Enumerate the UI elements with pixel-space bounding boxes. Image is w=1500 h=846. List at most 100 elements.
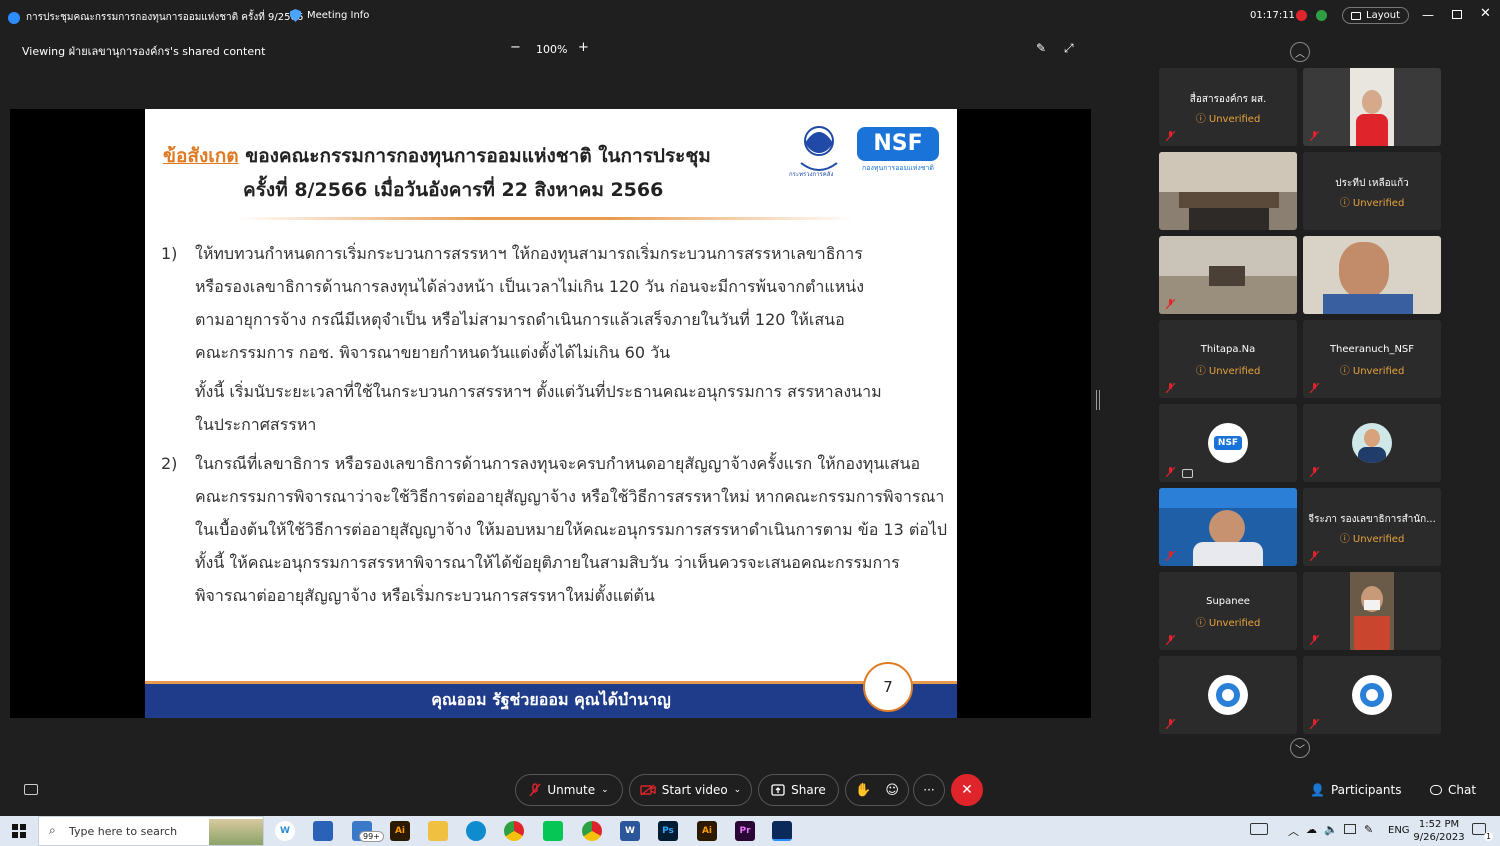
- muted-mic-icon: [1310, 131, 1319, 141]
- taskbar-app-store[interactable]: [313, 821, 333, 841]
- participants-button[interactable]: 👤 Participants: [1310, 783, 1401, 797]
- taskbar-app-photoshop[interactable]: Ps: [658, 821, 678, 841]
- more-options-button[interactable]: ···: [913, 774, 945, 806]
- raise-hand-icon[interactable]: ✋: [855, 783, 871, 798]
- chevron-down-icon[interactable]: ⌄: [734, 785, 742, 795]
- captions-icon[interactable]: [24, 784, 38, 795]
- unmute-button[interactable]: Unmute ⌄: [515, 774, 623, 806]
- taskbar-app-word[interactable]: W: [620, 821, 640, 841]
- slide-line: ทั้งนี้ เริ่มนับระยะเวลาที่ใช้ในกระบวนกา…: [195, 382, 882, 401]
- network-icon[interactable]: [1344, 824, 1356, 834]
- zoom-in-button[interactable]: +: [578, 40, 589, 55]
- participant-video-tile[interactable]: [1303, 572, 1441, 650]
- restore-icon[interactable]: [1452, 10, 1462, 19]
- muted-mic-icon: [1166, 551, 1175, 561]
- notification-count: 1: [1484, 832, 1494, 841]
- slide-title: ข้อสังเกต ของคณะกรรมการกองทุนการออมแห่งช…: [163, 139, 711, 207]
- cloud-icon[interactable]: ☁: [1306, 823, 1317, 836]
- slide-title-note: ข้อสังเกต: [163, 145, 239, 167]
- fullscreen-icon[interactable]: ⤢: [1064, 41, 1074, 56]
- participant-tile[interactable]: [1159, 656, 1297, 734]
- unverified-badge: ⓘ Unverified: [1195, 618, 1261, 629]
- windows-taskbar: ⌕ Type here to search W 99+ Ai W Ps Ai P…: [0, 816, 1500, 846]
- meeting-info-button[interactable]: Meeting Info: [290, 9, 369, 22]
- meeting-info-label: Meeting Info: [307, 10, 370, 21]
- meeting-title: การประชุมคณะกรรมการกองทุนการออมแห่งชาติ …: [26, 12, 304, 23]
- muted-mic-icon: [1166, 299, 1175, 309]
- participant-avatar: NSF: [1208, 423, 1248, 463]
- participant-video-tile[interactable]: [1159, 488, 1297, 566]
- slide-line: ในประกาศสรรหา: [195, 415, 317, 434]
- share-button[interactable]: Share: [758, 774, 839, 806]
- viewing-bar: Viewing ฝ่ายเลขานุการองค์กร's shared con…: [0, 32, 1100, 66]
- participant-tile[interactable]: Thitapa.Na ⓘ Unverified: [1159, 320, 1297, 398]
- taskbar-app-illustrator-2[interactable]: Ai: [697, 821, 717, 841]
- reactions-icon[interactable]: ☺: [885, 783, 899, 798]
- clock-time: 1:52 PM: [1418, 819, 1460, 830]
- participant-name: จีระภา รองเลขาธิการสำนัก...: [1308, 514, 1436, 525]
- participant-video-tile[interactable]: [1159, 236, 1297, 314]
- recording-icon[interactable]: [1296, 10, 1307, 21]
- slide-line: คณะกรรมการพิจารณาว่าจะใช้วิธีการต่ออายุส…: [195, 487, 945, 506]
- participant-tile[interactable]: Supanee ⓘ Unverified: [1159, 572, 1297, 650]
- title-divider: [235, 217, 855, 220]
- windows-start-icon[interactable]: [12, 824, 26, 838]
- volume-icon[interactable]: 🔈: [1324, 823, 1338, 836]
- participant-tile[interactable]: สื่อสารองค์กร ผส. ⓘ Unverified: [1159, 68, 1297, 146]
- zoom-out-button[interactable]: −: [510, 40, 521, 55]
- shared-content-area[interactable]: ข้อสังเกต ของคณะกรรมการกองทุนการออมแห่งช…: [10, 109, 1091, 718]
- gallery-scroll-down-icon[interactable]: ﹀: [1290, 738, 1310, 758]
- taskbar-search-box[interactable]: ⌕ Type here to search: [38, 816, 264, 846]
- minimize-icon[interactable]: —: [1422, 8, 1434, 22]
- language-indicator[interactable]: ENG: [1388, 825, 1410, 836]
- participant-tile[interactable]: จีระภา รองเลขาธิการสำนัก... ⓘ Unverified: [1303, 488, 1441, 566]
- title-bar: การประชุมคณะกรรมการกองทุนการออมแห่งชาติ …: [0, 0, 1500, 32]
- taskbar-app-webex[interactable]: [772, 821, 792, 841]
- muted-mic-icon: [529, 783, 541, 797]
- taskbar-app-explorer[interactable]: [428, 821, 448, 841]
- webex-icon: [8, 11, 20, 24]
- muted-mic-icon: [1310, 383, 1319, 393]
- taskbar-app-edge[interactable]: [466, 821, 486, 841]
- leave-meeting-button[interactable]: ✕: [951, 774, 983, 806]
- taskbar-app-premiere[interactable]: Pr: [735, 821, 755, 841]
- chevron-down-icon[interactable]: ⌄: [601, 785, 609, 795]
- slide-line: ในเบื้องต้นให้ใช้วิธีการต่ออายุสัญญาจ้าง…: [195, 520, 948, 539]
- participant-tile[interactable]: [1303, 404, 1441, 482]
- taskbar-app-line[interactable]: [543, 821, 563, 841]
- taskbar-clock[interactable]: 1:52 PM 9/26/2023: [1412, 818, 1466, 844]
- keyboard-icon[interactable]: [1250, 823, 1268, 835]
- layout-icon: [1351, 11, 1361, 20]
- participant-video-tile[interactable]: [1303, 236, 1441, 314]
- taskbar-app-w[interactable]: W: [275, 821, 295, 841]
- connection-icon[interactable]: [1316, 10, 1327, 21]
- panel-splitter-handle[interactable]: [1096, 390, 1100, 410]
- meeting-title-group: การประชุมคณะกรรมการกองทุนการออมแห่งชาติ …: [8, 10, 303, 25]
- muted-mic-icon: [1166, 719, 1175, 729]
- start-video-button[interactable]: Start video ⌄: [629, 774, 752, 806]
- taskbar-app-chrome-2[interactable]: [582, 821, 602, 841]
- participant-tile[interactable]: Theeranuch_NSF ⓘ Unverified: [1303, 320, 1441, 398]
- search-placeholder: Type here to search: [69, 825, 178, 838]
- participant-tile[interactable]: [1303, 656, 1441, 734]
- ime-icon[interactable]: ✎: [1364, 823, 1373, 836]
- taskbar-app-illustrator[interactable]: Ai: [390, 821, 410, 841]
- participant-name: ประทีป เหลือแก้ว: [1335, 178, 1409, 189]
- participant-avatar: [1208, 675, 1248, 715]
- participant-tile[interactable]: NSF: [1159, 404, 1297, 482]
- slide-line: ตามอายุการจ้าง กรณีมีเหตุจำเป็น หรือไม่ส…: [195, 310, 845, 329]
- gallery-scroll-up-icon[interactable]: ︿: [1290, 42, 1310, 62]
- layout-button[interactable]: Layout: [1342, 7, 1409, 24]
- tray-chevron-up-icon[interactable]: ︿: [1288, 823, 1299, 839]
- chat-button[interactable]: Chat: [1430, 783, 1476, 797]
- participant-tile[interactable]: ประทีป เหลือแก้ว ⓘ Unverified: [1303, 152, 1441, 230]
- participant-name: Supanee: [1206, 596, 1250, 607]
- close-icon[interactable]: ✕: [1480, 6, 1491, 21]
- muted-mic-icon: [1166, 383, 1175, 393]
- participant-video-tile[interactable]: [1303, 68, 1441, 146]
- participant-video-tile[interactable]: [1159, 152, 1297, 230]
- slide-body: 1) ให้ทบทวนกำหนดการเริ่มกระบวนการสรรหาฯ …: [161, 237, 951, 612]
- slide-paragraph-2: 2) ในกรณีที่เลขาธิการ หรือรองเลขาธิการด้…: [161, 447, 951, 612]
- taskbar-app-chrome[interactable]: [504, 821, 524, 841]
- annotate-icon[interactable]: ✎: [1036, 41, 1046, 55]
